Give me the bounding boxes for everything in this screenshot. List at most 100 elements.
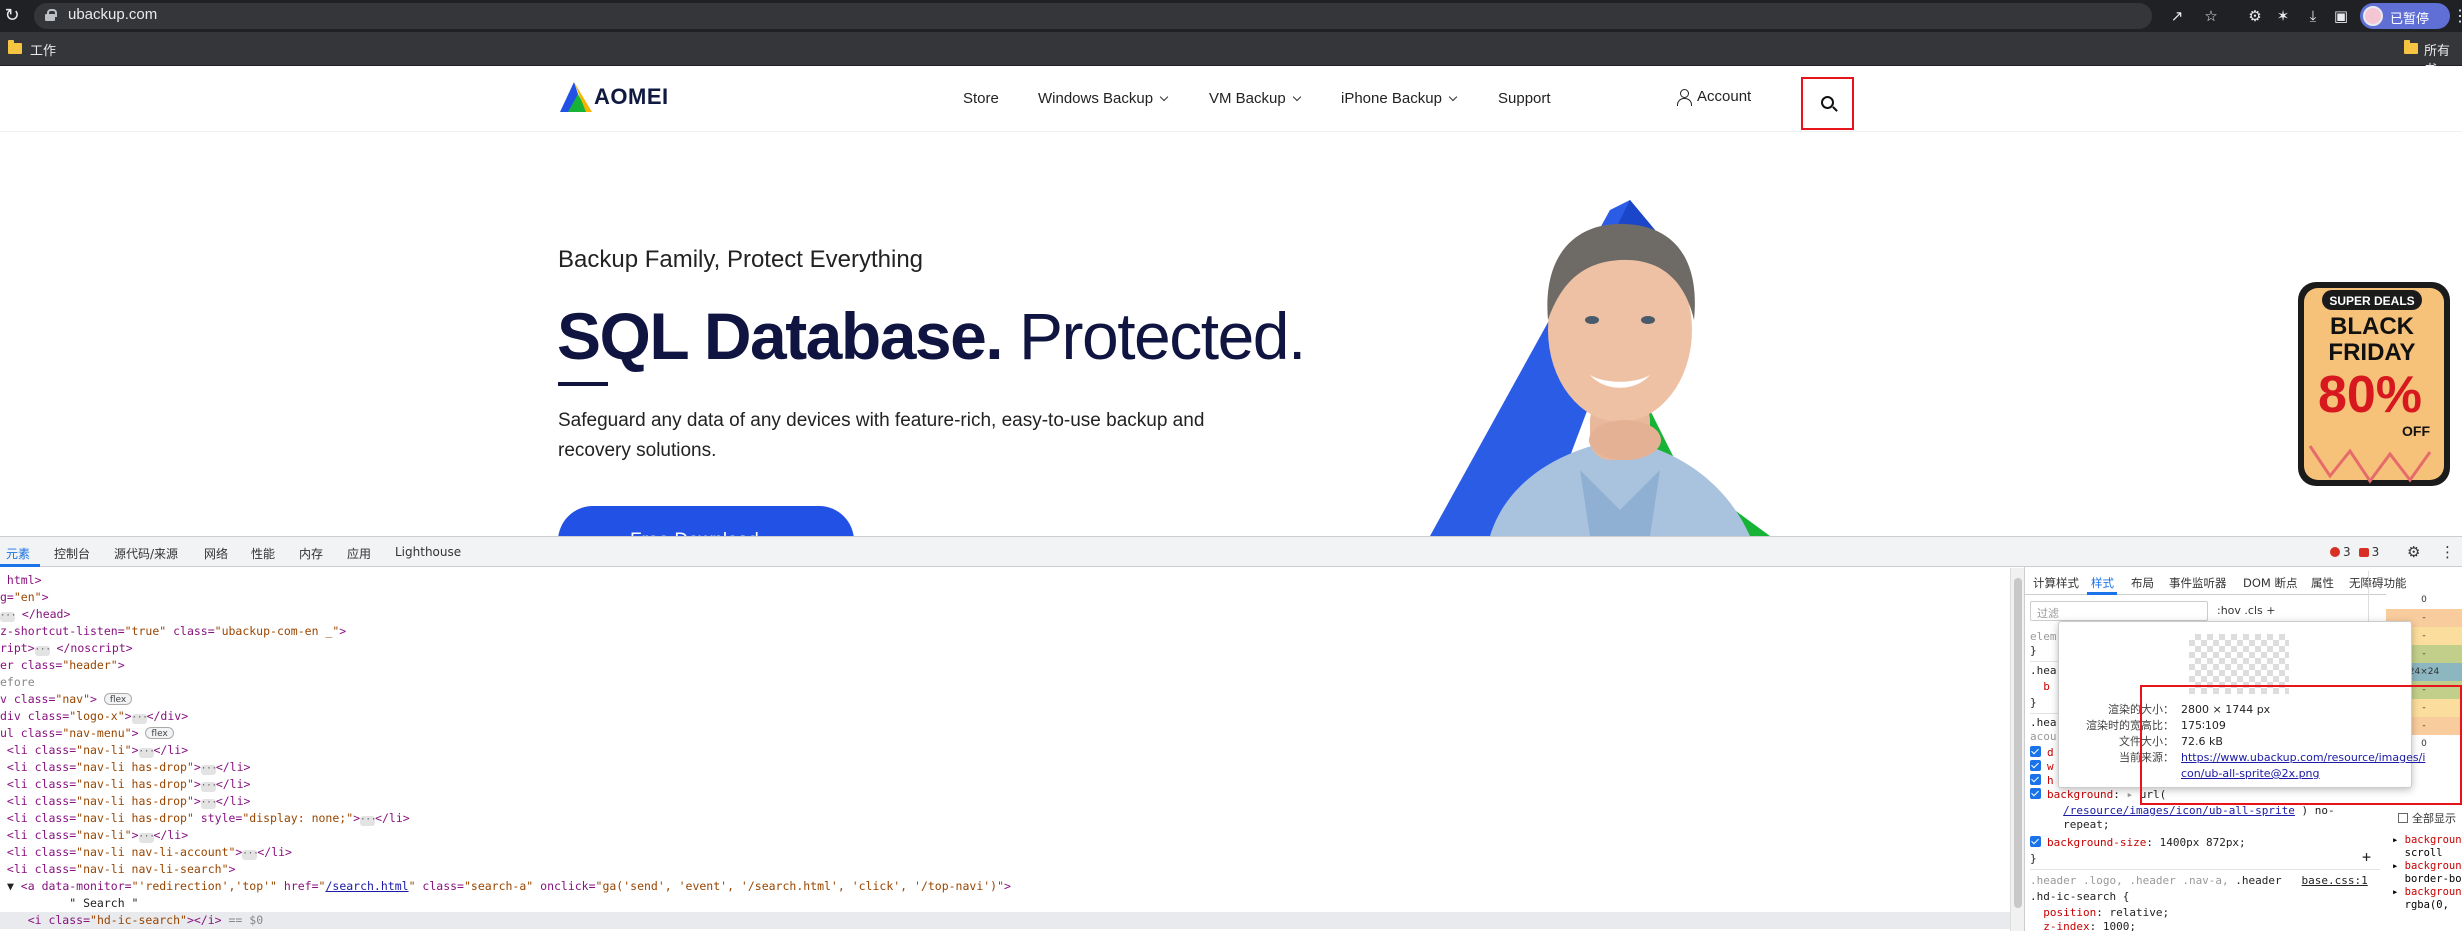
checkbox-icon[interactable]: [2030, 774, 2041, 785]
dom-node[interactable]: <li class="nav-li has-drop">···</li>: [0, 793, 250, 810]
dom-node[interactable]: <li class="nav-li has-drop" style="displ…: [0, 810, 410, 827]
sidepanel-icon[interactable]: ▣: [2330, 5, 2352, 27]
dom-node[interactable]: <li class="nav-li nav-li-account">···</l…: [0, 844, 292, 861]
headline-light: Protected.: [1002, 299, 1306, 373]
tab-performance[interactable]: 性能: [251, 545, 275, 562]
box-margin-top: 0: [2386, 591, 2462, 609]
profile-button[interactable]: 已暂停: [2360, 3, 2450, 29]
tab-properties[interactable]: 属性: [2311, 575, 2334, 591]
divider: [2030, 869, 2380, 870]
lock-icon[interactable]: [45, 9, 57, 21]
dom-node[interactable]: ··· </head>: [0, 606, 70, 623]
tab-application[interactable]: 应用: [347, 545, 371, 562]
dom-node[interactable]: efore: [0, 674, 35, 691]
tab-network[interactable]: 网络: [204, 545, 228, 562]
dom-scrollbar[interactable]: [2010, 568, 2024, 931]
checkbox-icon[interactable]: [2030, 788, 2041, 799]
dom-node[interactable]: ul class="nav-menu"> flex: [0, 725, 174, 742]
share-icon[interactable]: ↗: [2166, 5, 2188, 27]
tab-sources[interactable]: 源代码/来源: [114, 545, 178, 562]
show-all-toggle[interactable]: 全部显示: [2398, 810, 2456, 826]
style-line: .header .logo, .header .nav-a, .header b…: [2030, 874, 2368, 887]
checkbox-icon[interactable]: [2030, 836, 2041, 847]
dom-node[interactable]: ▼ <a data-monitor="'redirection','top'" …: [0, 878, 1011, 895]
dom-node[interactable]: z-shortcut-listen="true" class="ubackup-…: [0, 623, 346, 640]
star-icon[interactable]: ☆: [2200, 5, 2222, 27]
dom-node-selected[interactable]: <i class="hd-ic-search"></i> == $0: [0, 912, 2010, 929]
extension-gear-icon[interactable]: ⚙: [2244, 5, 2266, 27]
checkbox-icon[interactable]: [2030, 746, 2041, 757]
style-line: .hea: [2030, 664, 2057, 677]
reload-icon[interactable]: ↻: [0, 4, 24, 28]
logo-mark-icon: [560, 82, 592, 112]
nav-vm-backup[interactable]: VM Backup: [1209, 90, 1301, 107]
style-filter-input[interactable]: 过滤: [2030, 601, 2208, 621]
dom-node[interactable]: <li class="nav-li">···</li>: [0, 827, 188, 844]
tab-styles[interactable]: 样式: [2091, 575, 2114, 591]
promo-line5: OFF: [2402, 423, 2430, 439]
folder-icon[interactable]: [8, 40, 22, 54]
scrollbar-thumb[interactable]: [2014, 578, 2022, 908]
tab-dom-breakpoints[interactable]: DOM 断点: [2243, 575, 2297, 591]
issue-counts[interactable]: 33: [2330, 545, 2379, 559]
tab-event-listeners[interactable]: 事件监听器: [2169, 575, 2227, 591]
logo-text: AOMEI: [594, 84, 669, 109]
nav-label: Windows Backup: [1038, 90, 1154, 107]
site-header: AOMEI Store Windows Backup VM Backup iPh…: [0, 66, 2462, 132]
tab-memory[interactable]: 内存: [299, 545, 323, 562]
dom-node[interactable]: " Search ": [0, 895, 138, 912]
tab-lighthouse[interactable]: Lighthouse: [395, 545, 461, 559]
puzzle-icon[interactable]: ✶: [2272, 5, 2294, 27]
more-icon[interactable]: ⋮: [2452, 6, 2462, 26]
dom-node[interactable]: html>: [0, 572, 42, 589]
tab-accessibility[interactable]: 无障碍功能: [2349, 575, 2407, 591]
nav-windows-backup[interactable]: Windows Backup: [1038, 90, 1169, 107]
black-friday-promo[interactable]: SUPER DEALS BLACK FRIDAY 80% OFF: [2290, 276, 2458, 500]
dom-node[interactable]: <li class="nav-li has-drop">···</li>: [0, 776, 250, 793]
dom-tree[interactable]: html> g="en"> ··· </head> z-shortcut-lis…: [0, 568, 2010, 931]
dom-node[interactable]: v class="nav"> flex: [0, 691, 133, 708]
bookmarks-bar: 工作 所有书: [0, 32, 2462, 77]
headline-bold: SQL Database.: [557, 299, 1004, 373]
tab-elements[interactable]: 元素: [6, 545, 30, 562]
dom-node[interactable]: <li class="nav-li has-drop">···</li>: [0, 759, 250, 776]
dom-node[interactable]: er class="header">: [0, 657, 125, 674]
tab-layout[interactable]: 布局: [2131, 575, 2154, 591]
dom-node[interactable]: g="en">: [0, 589, 49, 606]
download-icon[interactable]: ⤓: [2302, 5, 2324, 27]
dom-node[interactable]: div class="logo-x">···</div>: [0, 708, 188, 725]
avatar: [2363, 6, 2383, 26]
checkbox-icon[interactable]: [2030, 760, 2041, 771]
address-bar[interactable]: [34, 3, 2152, 29]
chevron-down-icon: [1448, 92, 1458, 102]
profile-label: 已暂停: [2390, 11, 2430, 26]
active-tab-indicator: [2087, 592, 2117, 595]
nav-iphone-backup[interactable]: iPhone Backup: [1341, 90, 1458, 107]
free-download-button[interactable]: Free Download ›: [558, 506, 854, 536]
url-text[interactable]: ubackup.com: [68, 6, 157, 23]
bookmark-folder-work[interactable]: 工作: [30, 40, 56, 59]
checkbox-icon[interactable]: [2398, 813, 2408, 823]
more-icon[interactable]: ⋮: [2440, 543, 2455, 561]
dom-node[interactable]: <li class="nav-li">···</li>: [0, 742, 188, 759]
dom-node[interactable]: ript>··· </noscript>: [0, 640, 133, 657]
nav-store[interactable]: Store: [963, 90, 999, 107]
filter-tools[interactable]: :hov .cls +: [2217, 604, 2275, 617]
tab-computed[interactable]: 计算样式: [2033, 575, 2079, 591]
logo[interactable]: AOMEI: [558, 80, 668, 116]
add-rule-icon[interactable]: +: [2362, 849, 2371, 865]
style-line[interactable]: background-size: 1400px 872px;: [2030, 835, 2246, 851]
nav-support[interactable]: Support: [1498, 90, 1551, 107]
dom-node[interactable]: <li class="nav-li nav-li-search">: [0, 861, 236, 878]
search-button[interactable]: [1801, 77, 1854, 130]
settings-gear-icon[interactable]: ⚙: [2407, 543, 2420, 561]
account-link[interactable]: Account: [1677, 88, 1752, 106]
promo-line1: SUPER DEALS: [2329, 294, 2414, 308]
style-line: repeat;: [2030, 818, 2110, 831]
tab-console[interactable]: 控制台: [54, 545, 90, 562]
search-icon: [1821, 96, 1834, 109]
style-line: acou: [2030, 730, 2057, 743]
promo-line2: BLACK: [2330, 313, 2415, 340]
account-label: Account: [1697, 88, 1752, 105]
folder-icon[interactable]: [2404, 40, 2418, 54]
